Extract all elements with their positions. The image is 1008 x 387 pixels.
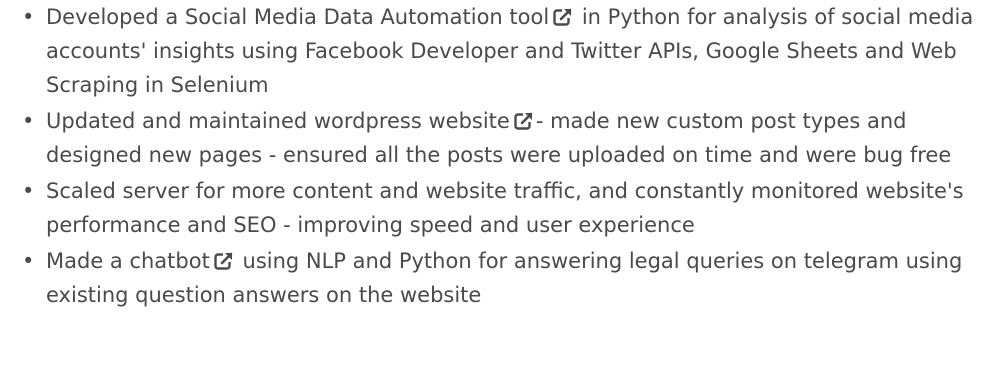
bullet-text-before: Updated and maintained wordpress website: [46, 109, 510, 133]
bullet-item-server-scaling: • Scaled server for more content and web…: [0, 174, 1008, 242]
external-link-icon[interactable]: [514, 111, 534, 131]
experience-bullet-list: • Developed a Social Media Data Automati…: [0, 0, 1008, 314]
external-link-icon[interactable]: [553, 7, 574, 27]
bullet-item-chatbot: • Made a chatbot using NLP and Python fo…: [0, 244, 1008, 312]
bullet-dot: •: [22, 5, 35, 29]
bullet-item-automation-tool: • Developed a Social Media Data Automati…: [0, 0, 1008, 102]
bullet-text-before: Scaled server for more content and websi…: [46, 179, 964, 237]
bullet-dot: •: [22, 179, 35, 203]
bullet-dot: •: [22, 109, 35, 133]
external-link-icon[interactable]: [214, 251, 234, 271]
bullet-text-before: Developed a Social Media Data Automation…: [46, 5, 550, 29]
bullet-dot: •: [22, 249, 35, 273]
bullet-text-before: Made a chatbot: [46, 249, 210, 273]
bullet-item-wordpress: • Updated and maintained wordpress websi…: [0, 104, 1008, 172]
